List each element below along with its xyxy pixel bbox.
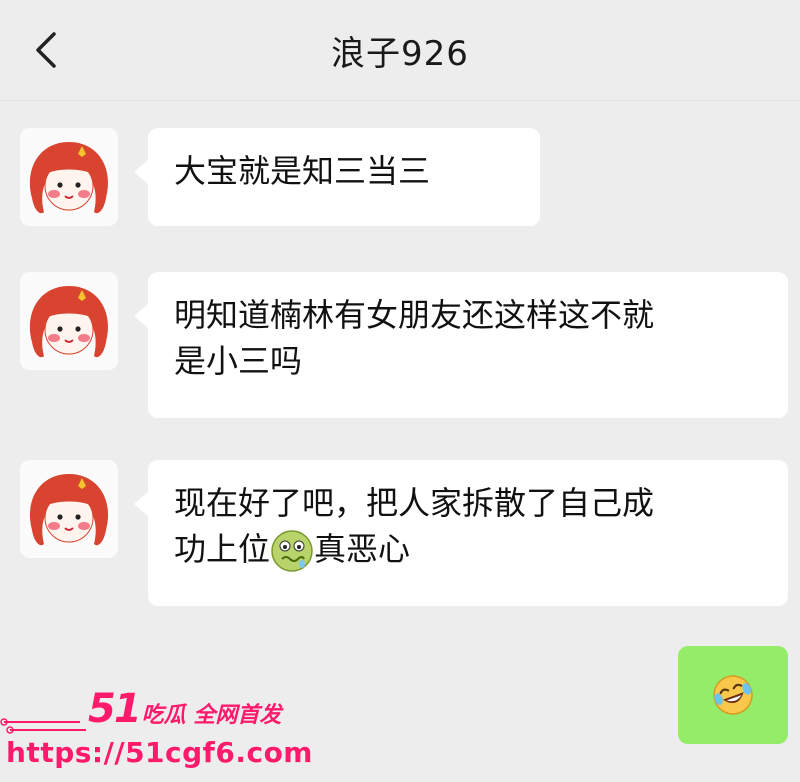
chat-header: 浪子926 <box>0 0 800 101</box>
message-bubble-self[interactable] <box>678 646 788 744</box>
watermark-url: https://51cgf6.com <box>6 736 313 769</box>
message-bubble[interactable]: 现在好了吧，把人家拆散了自己成 功上位 真恶心 <box>134 460 788 606</box>
watermark-heading: 51 吃瓜 全网首发 <box>88 686 281 732</box>
message-text-line: 是小三吗 <box>174 342 303 380</box>
chat-title: 浪子926 <box>331 34 469 74</box>
message-text-line: 功上位 真恶心 <box>174 526 762 573</box>
message-row <box>678 646 788 744</box>
message-text: 功上位 <box>174 530 271 568</box>
avatar-girl-icon <box>20 128 118 226</box>
message-row: 明知道楠林有女朋友还这样这不就 是小三吗 <box>20 272 790 418</box>
message-row: 现在好了吧，把人家拆散了自己成 功上位 真恶心 <box>20 460 790 606</box>
message-text-line: 明知道楠林有女朋友还这样这不就 <box>174 296 655 334</box>
avatar[interactable] <box>20 128 118 226</box>
avatar-girl-icon <box>20 272 118 370</box>
message-row: 大宝就是知三当三 <box>20 128 540 228</box>
message-text: 大宝就是知三当三 <box>174 152 431 190</box>
laughing-crying-face-icon <box>713 675 753 715</box>
watermark-number: 51 <box>88 686 142 732</box>
avatar-girl-icon <box>20 460 118 558</box>
message-bubble[interactable]: 明知道楠林有女朋友还这样这不就 是小三吗 <box>134 272 788 418</box>
avatar[interactable] <box>20 272 118 370</box>
nauseated-face-icon <box>271 530 313 572</box>
watermark: 51 吃瓜 全网首发 https://51cgf6.com <box>0 684 320 782</box>
message-text: 真恶心 <box>314 530 411 568</box>
avatar[interactable] <box>20 460 118 558</box>
message-text-line: 现在好了吧，把人家拆散了自己成 <box>174 484 655 522</box>
message-bubble[interactable]: 大宝就是知三当三 <box>134 128 540 226</box>
watermark-text: 吃瓜 全网首发 <box>141 703 282 728</box>
